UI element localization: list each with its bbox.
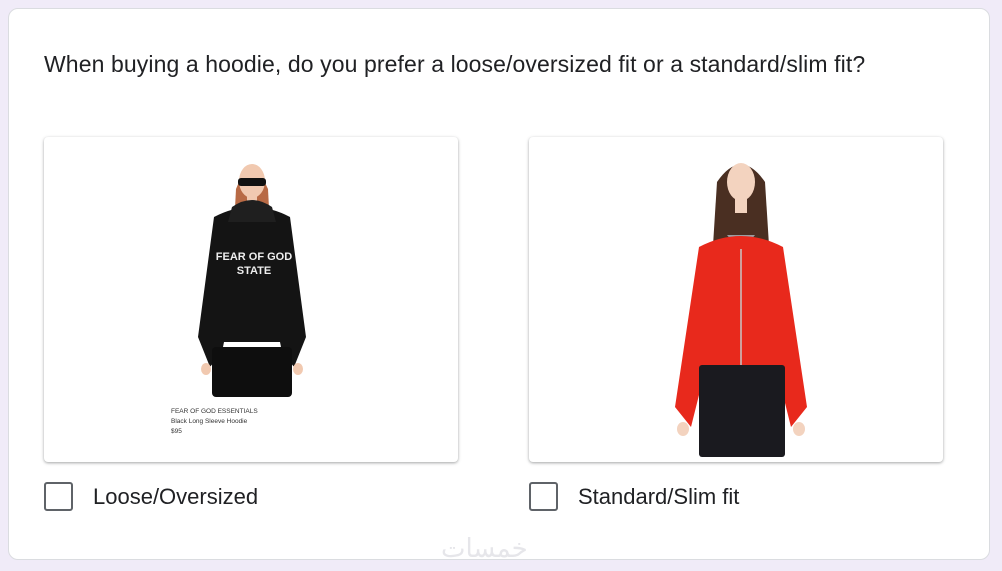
caption-product: Black Long Sleeve Hoodie (171, 418, 248, 425)
product-caption: FEAR OF GOD ESSENTIALS Black Long Sleeve… (171, 407, 258, 437)
option-image-loose[interactable]: FEAR OF GOD STATE FEAR OF GOD ESSENTIALS… (44, 137, 458, 462)
choice-label-slim[interactable]: Standard/Slim fit (578, 484, 739, 510)
checkbox-loose-oversized[interactable] (44, 482, 73, 511)
question-card: When buying a hoodie, do you prefer a lo… (8, 8, 990, 564)
choice-label-loose[interactable]: Loose/Oversized (93, 484, 258, 510)
question-title: When buying a hoodie, do you prefer a lo… (44, 51, 866, 77)
caption-price: $95 (171, 428, 182, 435)
choice-standard-slim[interactable]: Standard/Slim fit (529, 482, 739, 511)
hoodie-print-line2: STATE (237, 265, 271, 277)
choice-loose-oversized[interactable]: Loose/Oversized (44, 482, 258, 511)
hoodie-print-line1: FEAR OF GOD (216, 251, 292, 263)
watermark: خمسات (441, 534, 528, 564)
red-zip-hoodie-model-icon (675, 163, 807, 457)
option-image-slim[interactable] (529, 137, 943, 462)
caption-brand: FEAR OF GOD ESSENTIALS (171, 408, 258, 415)
checkbox-standard-slim[interactable] (529, 482, 558, 511)
